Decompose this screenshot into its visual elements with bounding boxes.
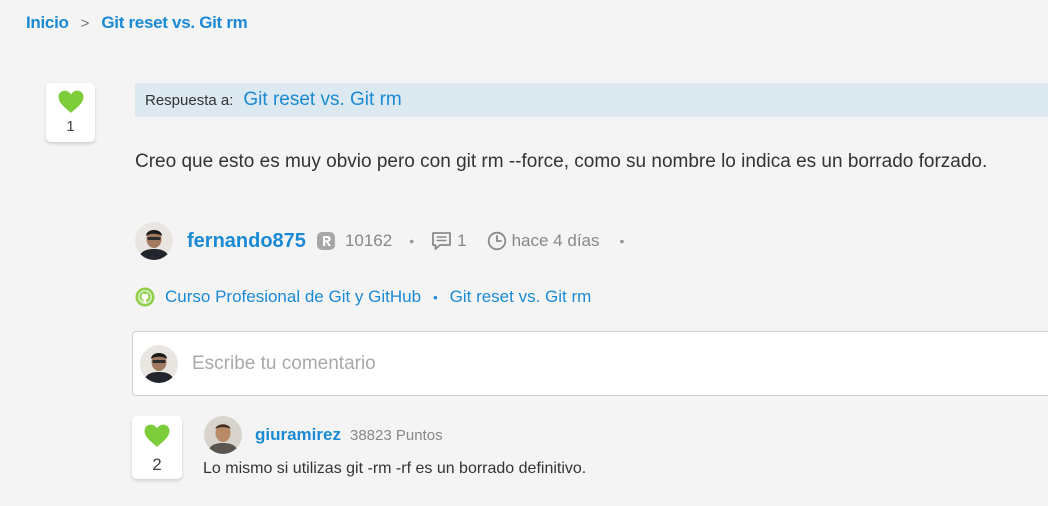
post-like-button[interactable]: 1 xyxy=(46,83,95,142)
post-body: Creo que esto es muy obvio pero con git … xyxy=(135,151,988,172)
author-avatar[interactable] xyxy=(135,222,173,260)
reply-to-label: Respuesta a: xyxy=(145,91,234,109)
comment-box xyxy=(132,331,1048,396)
current-user-avatar xyxy=(140,344,178,383)
rank-badge-icon xyxy=(316,232,335,250)
reply-author: giuramirez 38823 Puntos xyxy=(204,416,443,454)
heart-icon xyxy=(58,90,83,113)
course-link[interactable]: Curso Profesional de Git y GitHub xyxy=(165,287,421,307)
reply-like-count: 2 xyxy=(152,455,162,474)
clock-icon xyxy=(487,231,506,251)
reply-to-title-link[interactable]: Git reset vs. Git rm xyxy=(243,89,401,111)
tag-separator: • xyxy=(433,289,438,305)
reply-author-avatar[interactable] xyxy=(204,416,242,454)
post-meta: fernando875 10162 • 1 hace 4 días • xyxy=(135,222,624,260)
breadcrumb-separator: > xyxy=(80,14,90,32)
breadcrumb-home-link[interactable]: Inicio xyxy=(26,13,69,33)
github-icon xyxy=(135,287,155,307)
reply-body: Lo mismo si utilizas git -rm -rf es un b… xyxy=(203,460,587,477)
post-like-count: 1 xyxy=(66,118,75,135)
author-points: 10162 xyxy=(344,231,393,250)
topic-link[interactable]: Git reset vs. Git rm xyxy=(450,287,592,307)
post-tags: Curso Profesional de Git y GitHub • Git … xyxy=(135,286,591,308)
comment-icon xyxy=(432,232,452,250)
comment-count: 1 xyxy=(457,231,467,250)
heart-icon xyxy=(144,424,170,447)
reply-author-username-link[interactable]: giuramirez xyxy=(255,425,341,445)
reply-author-points: 38823 Puntos xyxy=(349,426,443,444)
meta-separator-end: • xyxy=(619,233,625,249)
post-time: hace 4 días xyxy=(511,231,600,250)
reply-like-button[interactable]: 2 xyxy=(132,416,182,479)
author-username-link[interactable]: fernando875 xyxy=(187,230,306,253)
reply-to-banner: Respuesta a: Git reset vs. Git rm xyxy=(135,83,1048,117)
meta-separator: • xyxy=(409,233,415,249)
breadcrumb: Inicio > Git reset vs. Git rm xyxy=(26,13,248,33)
breadcrumb-current-link[interactable]: Git reset vs. Git rm xyxy=(101,13,247,33)
comment-input[interactable] xyxy=(192,352,892,375)
